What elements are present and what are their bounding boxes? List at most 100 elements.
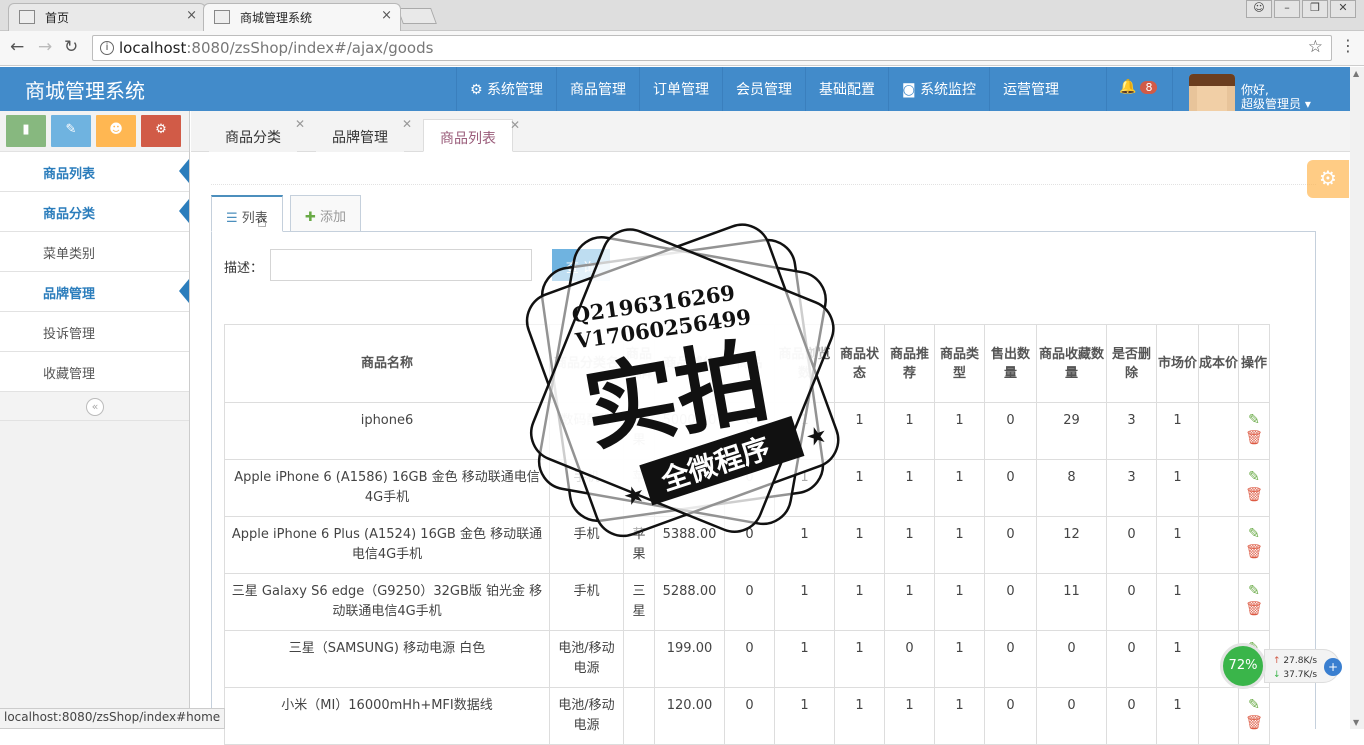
menu-goods[interactable]: 商品管理 <box>556 67 639 111</box>
column-header[interactable]: 商品浏览数 <box>774 324 835 403</box>
table-cell: 1 <box>934 630 985 688</box>
tab-list[interactable]: ☰ 列表 <box>211 195 283 232</box>
edit-pencil-icon[interactable]: ✎ <box>1248 468 1260 486</box>
edit-pencil-icon[interactable]: ✎ <box>1248 582 1260 600</box>
column-header[interactable]: 是否删除 <box>1106 324 1157 403</box>
column-header[interactable]: 商品类型 <box>934 324 985 403</box>
trash-icon[interactable]: 🗑 <box>1245 429 1263 447</box>
column-header[interactable]: 成本价 <box>1198 324 1239 403</box>
table-cell: 1 <box>934 402 985 460</box>
sidebar-item-goods-list[interactable]: 商品列表 <box>0 151 189 191</box>
close-window-icon[interactable]: ✕ <box>1330 0 1356 18</box>
column-header[interactable]: 售出数量 <box>984 324 1037 403</box>
sidebar-item-goods-category[interactable]: 商品分类 <box>0 191 189 231</box>
edit-pencil-icon[interactable]: ✎ <box>1248 525 1260 543</box>
signal-icon[interactable]: ▮ <box>6 115 46 147</box>
menu-operations[interactable]: 运营管理 <box>989 67 1072 111</box>
sidebar-item-favorites[interactable]: 收藏管理 <box>0 351 189 391</box>
edit-pencil-icon[interactable]: ✎ <box>1248 696 1260 714</box>
table-cell: 电池/移动电源 <box>549 687 624 745</box>
scroll-down-icon[interactable]: ▼ <box>1353 718 1359 727</box>
new-tab-button[interactable] <box>397 8 437 24</box>
sidebar-item-menu-category[interactable]: 菜单类别 <box>0 231 189 271</box>
network-monitor[interactable]: ↑ 27.8K/s ↓ 37.7K/s 72% + <box>1220 643 1346 689</box>
table-cell: Apple iPhone 6 (A1586) 16GB 金色 移动联通电信4G手… <box>224 459 550 517</box>
table-cell: 1 <box>884 573 935 631</box>
scroll-up-icon[interactable]: ▲ <box>1353 69 1359 78</box>
column-header[interactable]: 商品名称 <box>224 324 550 403</box>
column-header[interactable]: 商品铺价 <box>654 324 725 403</box>
browser-tab-shop[interactable]: 商城管理系统 × <box>203 3 401 31</box>
forward-icon[interactable]: → <box>38 37 52 57</box>
table-cell: 199.00 <box>654 630 725 688</box>
goods-table: 商品名称 商品分类名 商品品牌 商品铺价 商品 商品浏览数 商品状态 商品推荐 … <box>224 324 1270 745</box>
close-icon[interactable]: ✕ <box>295 117 305 131</box>
menu-system[interactable]: ⚙ 系统管理 <box>456 67 556 111</box>
tab-add[interactable]: ✚ 添加 <box>290 195 362 232</box>
trash-icon[interactable]: 🗑 <box>1245 543 1263 561</box>
tab-goods-list[interactable]: 商品列表 ✕ <box>423 118 520 152</box>
table-cell <box>623 630 655 688</box>
favicon-icon <box>214 10 230 24</box>
double-chevron-left-icon[interactable]: « <box>86 398 104 416</box>
column-header[interactable]: 商品收藏数量 <box>1036 324 1107 403</box>
notifications-button[interactable]: 🔔 8 <box>1106 67 1172 111</box>
page-scrollbar[interactable]: ▲ ▼ <box>1350 67 1364 729</box>
close-icon[interactable]: ✕ <box>402 117 412 131</box>
table-row: Apple iPhone 6 Plus (A1524) 16GB 金色 移动联通… <box>224 516 1270 574</box>
window-controls: ☺ – ❐ ✕ <box>1244 0 1356 18</box>
tab-goods-category[interactable]: 商品分类 ✕ <box>209 117 305 152</box>
reload-icon[interactable]: ↻ <box>64 37 78 57</box>
sidebar-item-label: 品牌管理 <box>43 287 96 302</box>
back-icon[interactable]: ← <box>10 37 24 57</box>
minimize-icon[interactable]: – <box>1274 0 1300 18</box>
pencil-icon[interactable]: ✎ <box>51 115 91 147</box>
user-menu[interactable]: 你好, 超级管理员 ▾ <box>1172 67 1364 111</box>
menu-orders[interactable]: 订单管理 <box>639 67 722 111</box>
browser-menu-icon[interactable]: ⋮ <box>1340 36 1356 55</box>
edit-pencil-icon[interactable]: ✎ <box>1248 411 1260 429</box>
bookmark-star-icon[interactable]: ☆ <box>1308 37 1323 57</box>
url-input[interactable]: i localhost:8080/zsShop/index#/ajax/good… <box>92 35 1332 61</box>
close-tab-icon[interactable]: × <box>186 8 197 23</box>
table-cell: 0 <box>984 516 1037 574</box>
url-host: localhost <box>119 39 187 57</box>
plus-icon[interactable]: + <box>1324 658 1342 676</box>
table-cell: 5288.00 <box>654 573 725 631</box>
table-cell: 0 <box>724 687 775 745</box>
table-cell: Apple iPhone 6 Plus (A1524) 16GB 金色 移动联通… <box>224 516 550 574</box>
restore-icon[interactable]: ❐ <box>1302 0 1328 18</box>
users-icon[interactable]: ☻ <box>96 115 136 147</box>
table-cell: 三星（SAMSUNG) 移动电源 白色 <box>224 630 550 688</box>
user-profile-icon[interactable]: ☺ <box>1246 0 1272 18</box>
column-header[interactable]: 商品 <box>724 324 775 403</box>
sidebar-item-brand[interactable]: 品牌管理 <box>0 271 189 311</box>
column-header[interactable]: 商品状态 <box>834 324 885 403</box>
trash-icon[interactable]: 🗑 <box>1245 714 1263 732</box>
tab-brand[interactable]: 品牌管理 ✕ <box>316 117 412 152</box>
close-tab-icon[interactable]: × <box>381 8 392 23</box>
column-header[interactable]: 商品分类名 <box>549 324 624 403</box>
search-button[interactable]: 查 询 <box>552 249 610 281</box>
trash-icon[interactable]: 🗑 <box>1245 600 1263 618</box>
menu-config[interactable]: 基础配置 <box>805 67 888 111</box>
column-header[interactable]: 商品推荐 <box>884 324 935 403</box>
table-cell <box>1198 402 1239 460</box>
settings-gear-icon[interactable]: ⚙ <box>1307 160 1349 198</box>
info-icon[interactable]: i <box>100 41 114 55</box>
sub-tabs: ☰ 列表 ✚ 添加 <box>211 195 1316 232</box>
table-cell <box>654 459 725 517</box>
column-header[interactable]: 市场价 <box>1156 324 1199 403</box>
sidebar-item-complaints[interactable]: 投诉管理 <box>0 311 189 351</box>
table-cell: 1 <box>1156 687 1199 745</box>
column-header[interactable]: 商品品牌 <box>623 324 655 403</box>
cogs-icon[interactable]: ⚙ <box>141 115 181 147</box>
menu-monitor[interactable]: ◙ 系统监控 <box>888 67 989 111</box>
menu-members[interactable]: 会员管理 <box>722 67 805 111</box>
brand-title: 商城管理系统 <box>25 79 145 103</box>
trash-icon[interactable]: 🗑 <box>1245 486 1263 504</box>
search-input[interactable] <box>270 249 532 281</box>
browser-tab-home[interactable]: 首页 × <box>8 3 206 31</box>
table-cell: 3 <box>1106 459 1157 517</box>
close-icon[interactable]: ✕ <box>510 118 520 132</box>
